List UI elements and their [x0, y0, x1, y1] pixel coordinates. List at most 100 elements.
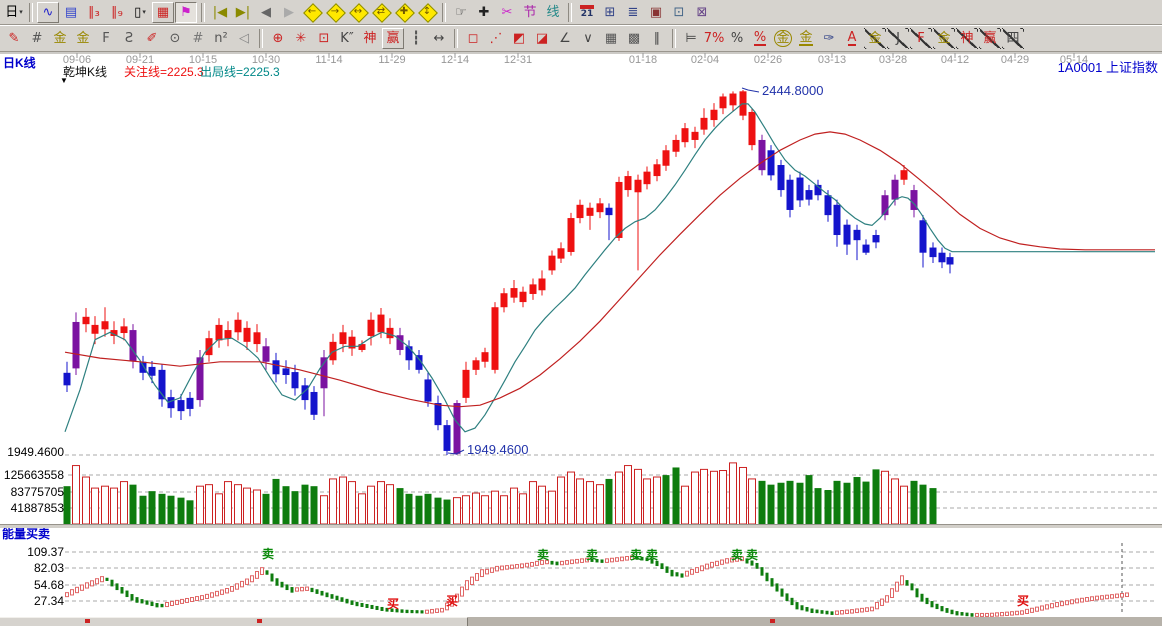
grid-b-icon: ▩	[628, 32, 640, 45]
export-icon: ⊡	[674, 6, 685, 19]
chart-canvas[interactable]	[0, 0, 1162, 626]
indicator-marker-icon: ▼	[60, 77, 68, 86]
f-slash-icon: F	[917, 32, 924, 45]
axis-tick-label: 54.68	[0, 578, 64, 592]
notes-icon: ≣	[628, 6, 639, 19]
date-label: 01-18	[629, 54, 657, 66]
color-flag-icon: ⚑	[180, 6, 192, 19]
ying-slash-icon: 赢	[983, 32, 996, 45]
date-label: 09-06	[63, 54, 91, 66]
ray-fan-icon: ⋰	[490, 32, 503, 45]
scrollbar-marker	[257, 619, 262, 623]
fan-right-icon: ◪	[536, 32, 548, 45]
high-annotation: 2444.8000	[762, 84, 823, 98]
compress-all-diamond-icon: ✚	[400, 7, 408, 17]
clock-tool-icon: ⊙	[170, 32, 181, 45]
date-label: 04-12	[941, 54, 969, 66]
trend-curve-icon: ∿	[43, 6, 54, 19]
exit-line-value: 出局线=2225.3	[200, 66, 280, 79]
ruler-123-icon: ┇	[412, 32, 420, 45]
square-target-icon: ⊡	[319, 32, 330, 45]
star-target-icon: ✳	[296, 32, 307, 45]
scrollbar-thumb[interactable]	[0, 617, 468, 626]
period-day-selector: 日	[5, 6, 18, 19]
a-wave-icon: A	[848, 31, 857, 46]
axis-tick-label: 82.03	[0, 561, 64, 575]
shift-right-diamond-icon: →	[331, 7, 339, 17]
sell-signal-label: 卖	[746, 546, 758, 563]
pane-title: 日K线	[3, 57, 36, 70]
gold-line-icon: 金	[799, 31, 812, 46]
scrollbar-marker	[770, 619, 775, 623]
shen-slash-icon: 神	[960, 32, 973, 45]
send-icon: ⊠	[697, 6, 708, 19]
minute-3-chart-icon: ∥₃	[88, 6, 100, 19]
percent-icon: %	[731, 32, 743, 45]
gold-slash-2-icon: 金	[937, 32, 950, 45]
expand-h-diamond-icon: ↔	[354, 7, 362, 17]
parallel-lines-icon: ∥	[654, 32, 661, 45]
cut-line-icon: ✂	[502, 6, 513, 19]
buy-signal-label: 买	[1017, 592, 1029, 609]
date-label: 02-26	[754, 54, 782, 66]
date-label: 04-29	[1001, 54, 1029, 66]
axis-tick-label: 83775705	[0, 485, 64, 499]
horizontal-scrollbar[interactable]	[0, 617, 1162, 626]
gold-ruler-2-icon: 金	[76, 32, 89, 45]
axis-tick-label: 41887853	[0, 501, 64, 515]
date-label: 05-14	[1060, 54, 1088, 66]
last-page-icon: ▶|	[236, 6, 250, 19]
angle-rays-icon: ∠	[559, 32, 571, 45]
date-label: 10-30	[252, 54, 280, 66]
sell-signal-label: 卖	[731, 546, 743, 563]
date-label: 12-14	[441, 54, 469, 66]
buy-signal-label: 买	[387, 595, 399, 612]
date-label: 12-31	[504, 54, 532, 66]
indicator-pane-title: 能量买卖	[2, 528, 50, 541]
gann-box-icon: ◻	[468, 32, 479, 45]
k-note-icon: K″	[340, 32, 353, 45]
date-label: 11-29	[378, 54, 405, 66]
date-label: 10-15	[189, 54, 217, 66]
sell-signal-label: 卖	[262, 545, 274, 562]
gold-circle-icon: 金	[774, 30, 791, 47]
dropdown-arrow-icon[interactable]: ▾	[142, 8, 146, 16]
scrollbar-marker	[85, 619, 90, 623]
gauge-icon: ⊨	[685, 32, 696, 45]
date-label: 11-14	[315, 54, 342, 66]
expand-all-diamond-icon: ↕	[423, 7, 431, 17]
first-page-icon: |◀	[213, 6, 227, 19]
hash-ruler-icon: #	[193, 32, 204, 45]
save-icon: ▣	[650, 6, 662, 19]
info-panel-icon: ▤	[65, 6, 77, 19]
grid-ruler-icon: #	[32, 32, 43, 45]
sell-signal-label: 卖	[646, 546, 658, 563]
line-tool-icon: 线	[546, 6, 559, 19]
pane-splitter[interactable]	[0, 524, 1162, 528]
overlay-indicator-title: 乾坤K线	[63, 66, 107, 79]
date-label: 09-21	[126, 54, 154, 66]
width-arrows-icon: ↔	[434, 32, 445, 45]
gold-ruler-1-icon: 金	[53, 32, 66, 45]
prev-page-icon: ◀	[261, 6, 271, 19]
sell-signal-label: 卖	[586, 546, 598, 563]
brush-icon: ✎	[9, 32, 20, 45]
shen-tool-icon: 神	[363, 32, 376, 45]
sell-signal-label: 卖	[630, 546, 642, 563]
minute-9-chart-icon: ∥₉	[111, 6, 123, 19]
dropdown-arrow-icon[interactable]: ▾	[19, 8, 23, 16]
calendar-21-icon: 21	[581, 10, 594, 19]
n2-ruler-icon: n²	[214, 32, 227, 45]
circle-target-icon: ⊕	[273, 32, 284, 45]
percent-slash-icon: 7%	[704, 32, 725, 45]
fan-left-icon: ◩	[513, 32, 525, 45]
buy-signal-label: 买	[446, 592, 458, 609]
si-slash-icon: 四	[1006, 32, 1019, 45]
festival-tool-icon: 节	[523, 6, 536, 19]
spiral-tool-icon: Ƨ	[125, 32, 133, 45]
axis-tick-label: 27.34	[0, 594, 64, 608]
date-label: 03-28	[879, 54, 907, 66]
percent-slash-icon[interactable]: 7%	[703, 28, 725, 49]
drag-hand-icon: ☞	[455, 6, 467, 19]
check-lines-icon: ∨	[583, 32, 593, 45]
